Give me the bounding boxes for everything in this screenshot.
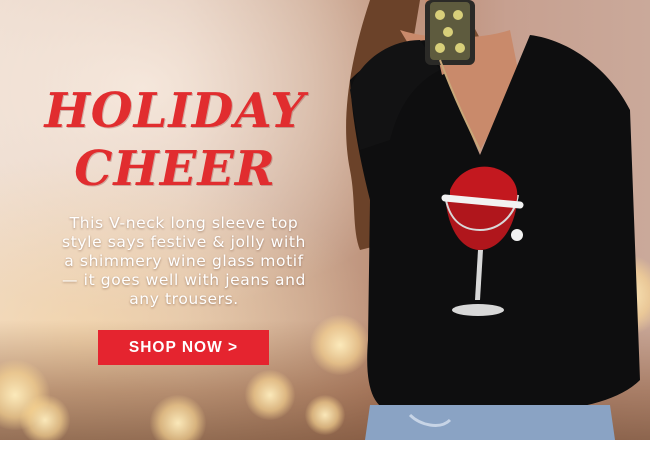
bokeh-light xyxy=(20,395,70,440)
description-line: This V-neck long sleeve top xyxy=(69,214,299,232)
holiday-banner[interactable]: HOLIDAY CHEER This V-neck long sleeve to… xyxy=(0,0,650,440)
headline: HOLIDAY CHEER xyxy=(20,82,330,198)
description-line: a shimmery wine glass motif xyxy=(64,252,304,270)
description-line: style says festive & jolly with xyxy=(62,233,306,251)
description-line: — it goes well with jeans and xyxy=(62,271,306,289)
headline-line-1: HOLIDAY xyxy=(44,83,306,139)
bokeh-light xyxy=(245,370,295,420)
shop-now-button[interactable]: SHOP NOW > xyxy=(98,330,269,365)
headline-line-2: CHEER xyxy=(74,141,276,197)
jeans xyxy=(365,405,615,440)
description-line: any trousers. xyxy=(129,290,239,308)
product-description: This V-neck long sleeve top style says f… xyxy=(34,214,334,309)
model-photo xyxy=(330,0,650,440)
